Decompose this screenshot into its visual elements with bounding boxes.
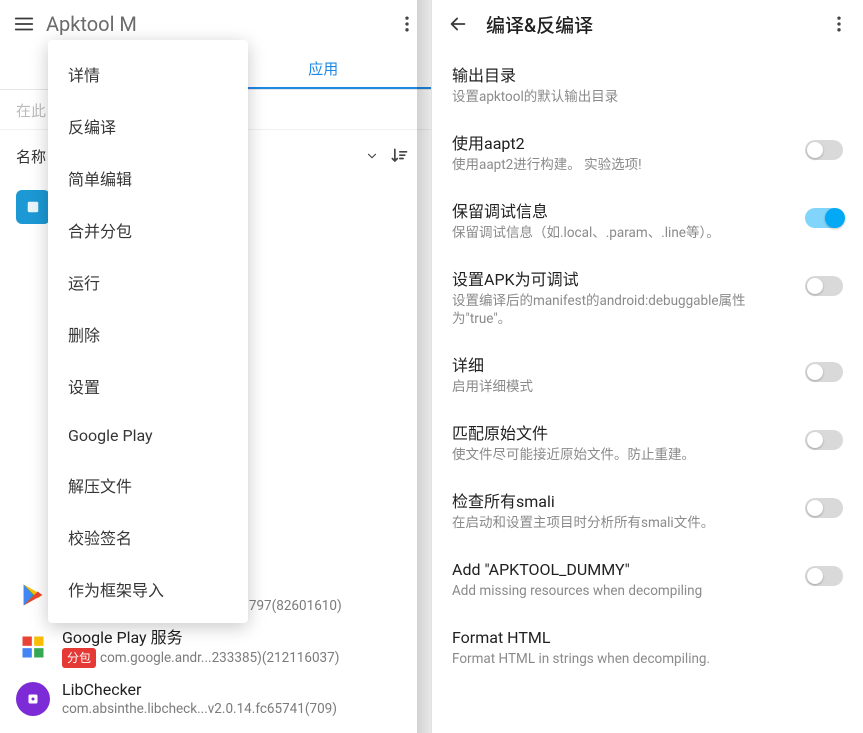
setting-sub: 启用详细模式	[452, 378, 793, 396]
context-menu: 详情 反编译 简单编辑 合并分包 运行 删除 设置 Google Play 解压…	[48, 40, 248, 623]
app-meta-text: com.google.andr...233385)(212116037)	[100, 650, 339, 666]
setting-title: 使用aapt2	[452, 134, 793, 154]
switch-toggle[interactable]	[805, 498, 843, 518]
overflow-icon[interactable]	[387, 4, 427, 44]
setting-keep-debug[interactable]: 保留调试信息 保留调试信息（如.local、.param、.line等）。	[432, 188, 863, 256]
menu-delete[interactable]: 删除	[48, 308, 248, 360]
switch-toggle[interactable]	[805, 276, 843, 296]
menu-extract[interactable]: 解压文件	[48, 459, 248, 511]
menu-decompile[interactable]: 反编译	[48, 100, 248, 152]
setting-sub: 使文件尽可能接近原始文件。防止重建。	[452, 446, 793, 464]
switch-toggle[interactable]	[805, 208, 843, 228]
left-pane: Apktool M 应用 在此 名称	[0, 0, 432, 733]
setting-title: 设置APK为可调试	[452, 270, 793, 290]
split-badge: 分包	[62, 648, 96, 668]
setting-use-aapt2[interactable]: 使用aapt2 使用aapt2进行构建。 实验选项!	[432, 120, 863, 188]
app-name: Google Play 服务	[62, 628, 415, 648]
switch-toggle[interactable]	[805, 140, 843, 160]
setting-output-dir[interactable]: 输出目录 设置apktool的默认输出目录	[432, 52, 863, 120]
app-icon	[16, 190, 50, 224]
chevron-down-icon[interactable]	[361, 145, 383, 167]
settings-title: 编译&反编译	[480, 11, 819, 38]
list-body: Google Play 服务 分包com.google.andr...23338…	[62, 628, 415, 668]
right-pane: 编译&反编译 输出目录 设置apktool的默认输出目录 使用aapt2 使用a…	[432, 0, 863, 733]
app-meta: 分包com.google.andr...233385)(212116037)	[62, 648, 415, 668]
menu-import-framework[interactable]: 作为框架导入	[48, 563, 248, 615]
setting-sub: 保留调试信息（如.local、.param、.line等）。	[452, 224, 793, 242]
settings-appbar: 编译&反编译	[432, 0, 863, 48]
search-placeholder: 在此	[16, 102, 46, 120]
setting-title: Format HTML	[452, 628, 831, 648]
menu-google-play[interactable]: Google Play	[48, 412, 248, 459]
back-icon[interactable]	[436, 2, 480, 46]
libchecker-icon	[16, 682, 50, 716]
setting-title: 匹配原始文件	[452, 424, 793, 444]
setting-check-smali[interactable]: 检查所有smali 在启动和设置主项目时分析所有smali文件。	[432, 478, 863, 546]
switch-toggle[interactable]	[805, 430, 843, 450]
setting-sub: 设置apktool的默认输出目录	[452, 88, 831, 106]
setting-sub: 在启动和设置主项目时分析所有smali文件。	[452, 514, 793, 532]
setting-title: 输出目录	[452, 66, 831, 86]
setting-match-original[interactable]: 匹配原始文件 使文件尽可能接近原始文件。防止重建。	[432, 410, 863, 478]
playstore-icon	[16, 578, 50, 612]
hamburger-icon[interactable]	[4, 4, 44, 44]
setting-debuggable[interactable]: 设置APK为可调试 设置编译后的manifest的android:debugga…	[432, 256, 863, 342]
app-meta: com.absinthe.libcheck...v2.0.14.fc65741(…	[62, 700, 415, 718]
menu-simple-edit[interactable]: 简单编辑	[48, 152, 248, 204]
setting-title: 检查所有smali	[452, 492, 793, 512]
menu-run[interactable]: 运行	[48, 256, 248, 308]
sort-icon[interactable]	[383, 140, 415, 172]
list-item[interactable]: LibChecker com.absinthe.libcheck...v2.0.…	[0, 674, 431, 724]
overflow-icon[interactable]	[819, 4, 859, 44]
switch-toggle[interactable]	[805, 566, 843, 586]
setting-title: 详细	[452, 356, 793, 376]
list-body: LibChecker com.absinthe.libcheck...v2.0.…	[62, 680, 415, 718]
list-item[interactable]: Google Play 服务 分包com.google.andr...23338…	[0, 622, 431, 674]
app-title: Apktool M	[44, 12, 387, 36]
setting-title: Add "APKTOOL_DUMMY"	[452, 560, 793, 580]
menu-settings[interactable]: 设置	[48, 360, 248, 412]
setting-sub: 使用aapt2进行构建。 实验选项!	[452, 156, 793, 174]
setting-sub: Format HTML in strings when decompiling.	[452, 650, 831, 668]
setting-format-html[interactable]: Format HTML Format HTML in strings when …	[432, 614, 863, 682]
menu-verify-sign[interactable]: 校验签名	[48, 511, 248, 563]
setting-add-dummy[interactable]: Add "APKTOOL_DUMMY" Add missing resource…	[432, 546, 863, 614]
setting-sub: 设置编译后的manifest的android:debuggable属性为"tru…	[452, 292, 793, 328]
app-name: LibChecker	[62, 680, 415, 700]
menu-merge-splits[interactable]: 合并分包	[48, 204, 248, 256]
switch-toggle[interactable]	[805, 362, 843, 382]
menu-details[interactable]: 详情	[48, 48, 248, 100]
setting-title: 保留调试信息	[452, 202, 793, 222]
setting-verbose[interactable]: 详细 启用详细模式	[432, 342, 863, 410]
settings-list: 输出目录 设置apktool的默认输出目录 使用aapt2 使用aapt2进行构…	[432, 48, 863, 686]
playservices-icon	[16, 630, 50, 664]
setting-sub: Add missing resources when decompiling	[452, 582, 793, 600]
